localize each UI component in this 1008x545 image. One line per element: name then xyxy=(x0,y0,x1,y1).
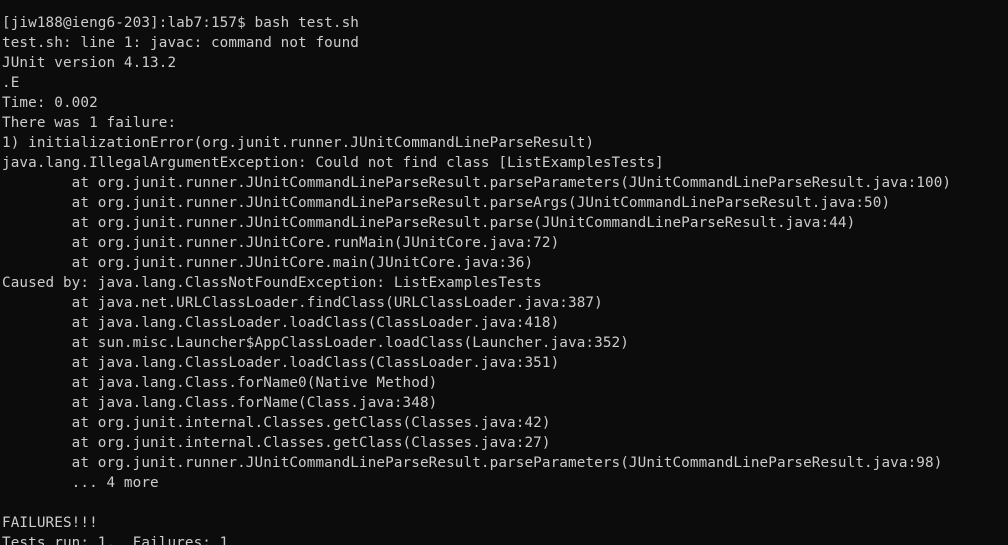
terminal-line-stack-frame: at org.junit.internal.Classes.getClass(C… xyxy=(2,435,551,451)
terminal-line-stack-frame: at org.junit.runner.JUnitCommandLinePars… xyxy=(2,455,943,471)
terminal-line-partial xyxy=(2,0,951,13)
terminal-line-caused-by: Caused by: java.lang.ClassNotFoundExcept… xyxy=(2,275,542,291)
terminal-line-stack-frame: at org.junit.internal.Classes.getClass(C… xyxy=(2,415,551,431)
terminal-line-more-frames: ... 4 more xyxy=(2,475,159,491)
terminal-line-stack-frame: at org.junit.runner.JUnitCore.runMain(JU… xyxy=(2,235,560,251)
terminal-line-stack-frame: at java.lang.Class.forName(Class.java:34… xyxy=(2,395,438,411)
terminal-line-stack-frame: at java.lang.Class.forName0(Native Metho… xyxy=(2,375,438,391)
terminal-line-stack-frame: at org.junit.runner.JUnitCommandLinePars… xyxy=(2,175,952,191)
terminal-line-stack-frame: at org.junit.runner.JUnitCommandLinePars… xyxy=(2,195,891,211)
terminal-line-junit-version: JUnit version 4.13.2 xyxy=(2,55,177,71)
terminal-window[interactable]: [jiw188@ieng6-203]:lab7:157$ bash test.s… xyxy=(0,0,1008,545)
terminal-line-exception: java.lang.IllegalArgumentException: Coul… xyxy=(2,155,664,171)
terminal-line-failure-header: 1) initializationError(org.junit.runner.… xyxy=(2,135,595,151)
terminal-line-progress: .E xyxy=(2,75,20,91)
terminal-line-test-summary: Tests run: 1, Failures: 1 xyxy=(2,535,229,545)
terminal-line-stack-frame: at java.lang.ClassLoader.loadClass(Class… xyxy=(2,355,560,371)
terminal-line-failure-count: There was 1 failure: xyxy=(2,115,177,131)
terminal-line-prompt-command: [jiw188@ieng6-203]:lab7:157$ bash test.s… xyxy=(2,15,360,31)
terminal-line-stack-frame: at java.net.URLClassLoader.findClass(URL… xyxy=(2,295,603,311)
terminal-line-stack-frame: at sun.misc.Launcher$AppClassLoader.load… xyxy=(2,335,629,351)
terminal-line-stack-frame: at org.junit.runner.JUnitCore.main(JUnit… xyxy=(2,255,534,271)
terminal-line-error: test.sh: line 1: javac: command not foun… xyxy=(2,35,360,51)
terminal-line-stack-frame: at org.junit.runner.JUnitCommandLinePars… xyxy=(2,215,856,231)
terminal-line-stack-frame: at java.lang.ClassLoader.loadClass(Class… xyxy=(2,315,560,331)
terminal-output: [jiw188@ieng6-203]:lab7:157$ bash test.s… xyxy=(2,0,951,545)
terminal-line-failures-banner: FAILURES!!! xyxy=(2,515,98,531)
terminal-line-time: Time: 0.002 xyxy=(2,95,98,111)
